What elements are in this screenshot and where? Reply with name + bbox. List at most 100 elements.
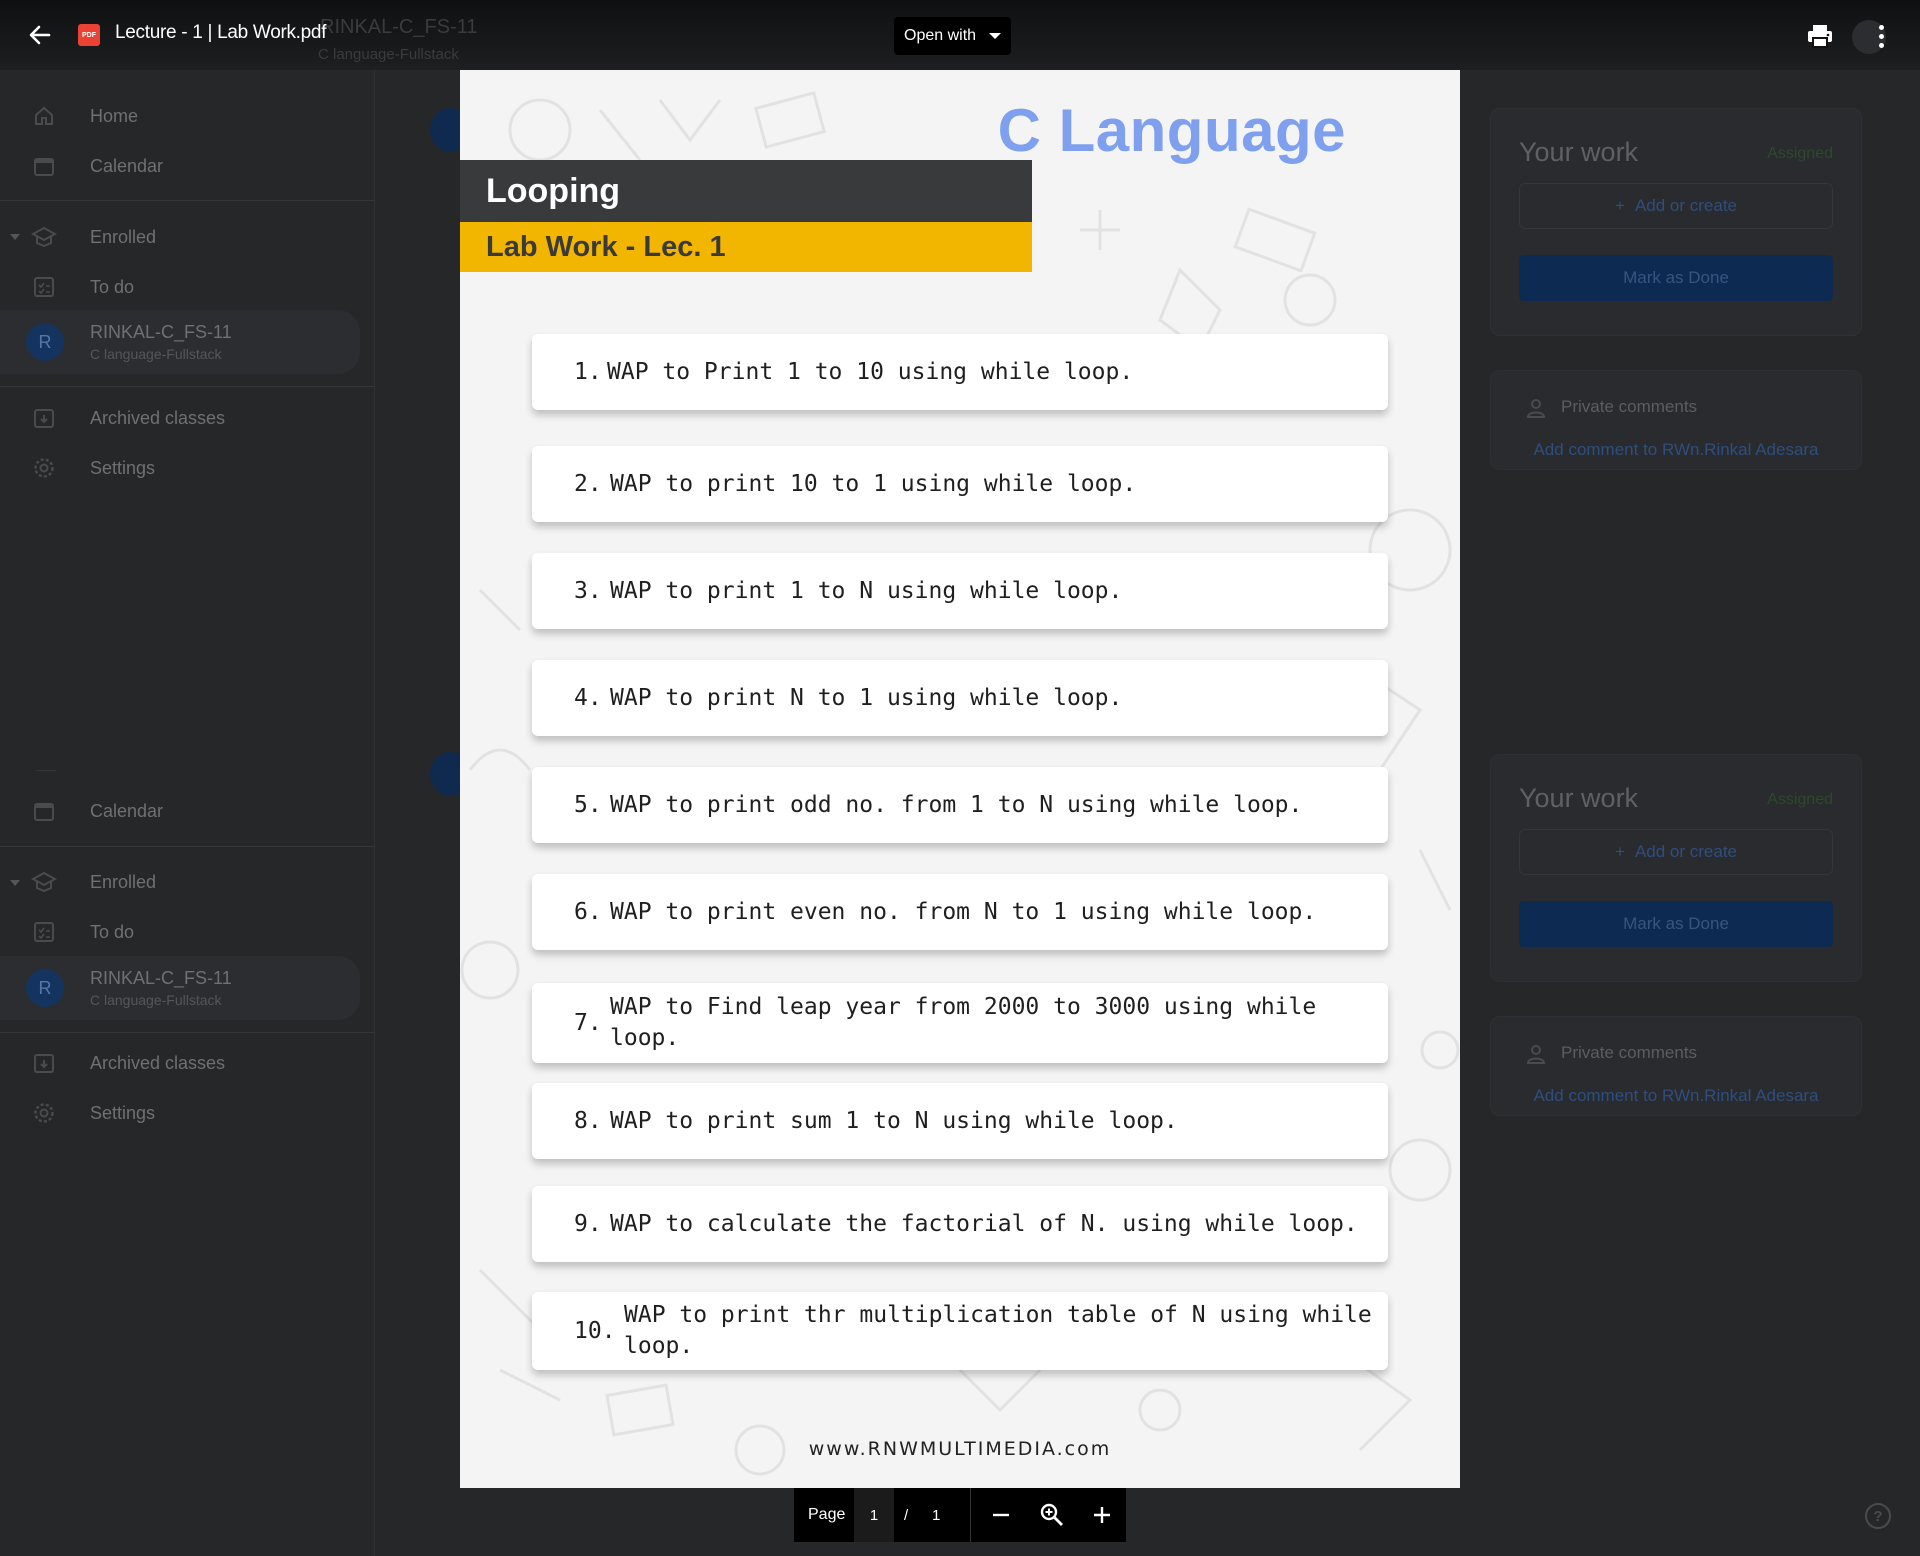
open-with-label: Open with [904, 27, 977, 44]
task-card: 9. WAP to calculate the factorial of N. … [532, 1186, 1388, 1262]
private-comments-card: Private comments Add comment to RWn.Rink… [1490, 370, 1862, 470]
dropdown-arrow-icon [989, 33, 1001, 39]
add-or-create-label: Add or create [1634, 842, 1737, 861]
mark-as-done-button: Mark as Done [1519, 255, 1833, 301]
sidebar-divider [0, 386, 375, 387]
minus-icon [993, 1513, 1009, 1517]
school-icon [30, 868, 58, 896]
help-button: ? [1865, 1503, 1891, 1529]
page-total: 1 [932, 1506, 941, 1524]
sidebar-label-archived: Archived classes [90, 407, 226, 428]
gear-icon [30, 1099, 58, 1127]
sidebar-label-calendar: Calendar [90, 800, 164, 821]
pdf-page: C Language Looping Lab Work - Lec. 1 1. … [460, 70, 1460, 1488]
sidebar-item-calendar: Calendar [0, 144, 360, 188]
task-card: 2. WAP to print 10 to 1 using while loop… [532, 446, 1388, 522]
add-or-create-label: Add or create [1634, 196, 1737, 215]
sidebar-item-settings: Settings [0, 446, 360, 490]
task-text: WAP to print sum 1 to N using while loop… [610, 1107, 1178, 1134]
avatar: R [26, 323, 64, 361]
task-number: 6. [574, 899, 602, 925]
task-text: WAP to Print 1 to 10 using while loop. [607, 358, 1134, 385]
sidebar-sublabel-class: C language-Fullstack [90, 346, 222, 362]
zoom-button[interactable] [1037, 1500, 1067, 1530]
task-card: 8. WAP to print sum 1 to N using while l… [532, 1083, 1388, 1159]
person-icon [1525, 1043, 1547, 1070]
sidebar-label-enrolled: Enrolled [90, 871, 157, 892]
sidebar-item-class: R RINKAL-C_FS-11 C language-Fullstack [0, 310, 360, 374]
plus-icon: + [1615, 196, 1625, 215]
sidebar-item-calendar: Calendar [0, 789, 360, 833]
plus-icon [1094, 1507, 1110, 1523]
your-work-card: Your work Assigned + Add or create Mark a… [1490, 108, 1862, 336]
todo-icon [30, 918, 58, 946]
home-icon [30, 102, 58, 130]
status-badge: Assigned [1767, 145, 1833, 162]
sidebar-item-archived: Archived classes [0, 396, 360, 440]
sidebar-item-archived: Archived classes [0, 1041, 360, 1085]
your-work-card: Your work Assigned + Add or create Mark a… [1490, 754, 1862, 982]
task-card: 10. WAP to print thr multiplication tabl… [532, 1292, 1388, 1370]
status-badge: Assigned [1767, 791, 1833, 808]
todo-icon [30, 273, 58, 301]
page-separator: / [904, 1506, 909, 1524]
task-text: WAP to Find leap year from 2000 to 3000 … [610, 994, 1331, 1051]
your-work-title: Your work [1519, 137, 1639, 167]
sidebar-label-todo: To do [90, 276, 135, 297]
sidebar-label-settings: Settings [90, 457, 156, 478]
task-text: WAP to calculate the factorial of N. usi… [610, 1210, 1358, 1237]
sidebar-label-home: Home [90, 105, 139, 126]
more-vert-icon [1878, 24, 1884, 30]
print-button[interactable] [1800, 16, 1840, 56]
website-footer: www.RNWMULTIMEDIA.com [808, 1438, 1112, 1460]
task-text: WAP to print thr multiplication table of… [624, 1302, 1386, 1359]
sidebar-sublabel-class: C language-Fullstack [90, 992, 222, 1008]
plus-icon: + [1615, 842, 1625, 861]
task-number: 2. [574, 471, 602, 497]
sidebar-label-archived: Archived classes [90, 1052, 226, 1073]
private-comments-title: Private comments [1561, 397, 1698, 416]
zoom-in-button[interactable] [1087, 1500, 1117, 1530]
background-class-subtitle: C language-Fullstack [318, 46, 459, 63]
task-card: 6. WAP to print even no. from N to 1 usi… [532, 874, 1388, 950]
calendar-icon [30, 797, 58, 825]
page-label: Page [808, 1506, 846, 1523]
open-with-button[interactable]: Open with [894, 17, 1011, 55]
person-icon [1525, 397, 1547, 424]
sidebar-divider [36, 770, 56, 771]
sidebar-label-class: RINKAL-C_FS-11 [90, 322, 232, 342]
mark-as-done-button: Mark as Done [1519, 901, 1833, 947]
topic-header: Looping [460, 160, 1032, 222]
page-number-input[interactable]: 1 [854, 1488, 894, 1542]
task-text: WAP to print 10 to 1 using while loop. [610, 470, 1137, 497]
sidebar-label-class: RINKAL-C_FS-11 [90, 968, 232, 988]
avatar: R [26, 969, 64, 1007]
your-work-title: Your work [1519, 783, 1639, 813]
task-number: 5. [574, 792, 602, 818]
task-number: 10. [574, 1318, 616, 1344]
zoom-out-button[interactable] [986, 1500, 1016, 1530]
sidebar-item-todo: To do [0, 910, 360, 954]
sidebar-item-settings: Settings [0, 1091, 360, 1135]
sidebar-item-class: R RINKAL-C_FS-11 C language-Fullstack [0, 956, 360, 1020]
sidebar-label-enrolled: Enrolled [90, 226, 157, 247]
private-comments-title: Private comments [1561, 1043, 1698, 1062]
lab-subtitle: Lab Work - Lec. 1 [460, 222, 1032, 272]
task-number: 3. [574, 578, 602, 604]
viewer-toolbar: RINKAL-C_FS-11 C language-Fullstack PDF … [0, 0, 1920, 70]
sidebar-item-todo: To do [0, 265, 360, 309]
sidebar-label-settings: Settings [90, 1102, 156, 1123]
more-options-button[interactable] [1866, 18, 1896, 54]
sidebar-divider [0, 1032, 375, 1033]
archive-icon [30, 404, 58, 432]
sidebar-item-enrolled: Enrolled [0, 860, 360, 904]
back-button[interactable] [20, 17, 60, 53]
task-card: 4. WAP to print N to 1 using while loop. [532, 660, 1388, 736]
task-number: 8. [574, 1108, 602, 1134]
task-number: 9. [574, 1211, 602, 1237]
page-zoom-toolbar: Page 1 / 1 [794, 1488, 1126, 1542]
sidebar-divider [0, 846, 375, 847]
task-text: WAP to print 1 to N using while loop. [610, 577, 1123, 604]
sidebar-label-todo: To do [90, 921, 135, 942]
task-card: 1. WAP to Print 1 to 10 using while loop… [532, 334, 1388, 410]
